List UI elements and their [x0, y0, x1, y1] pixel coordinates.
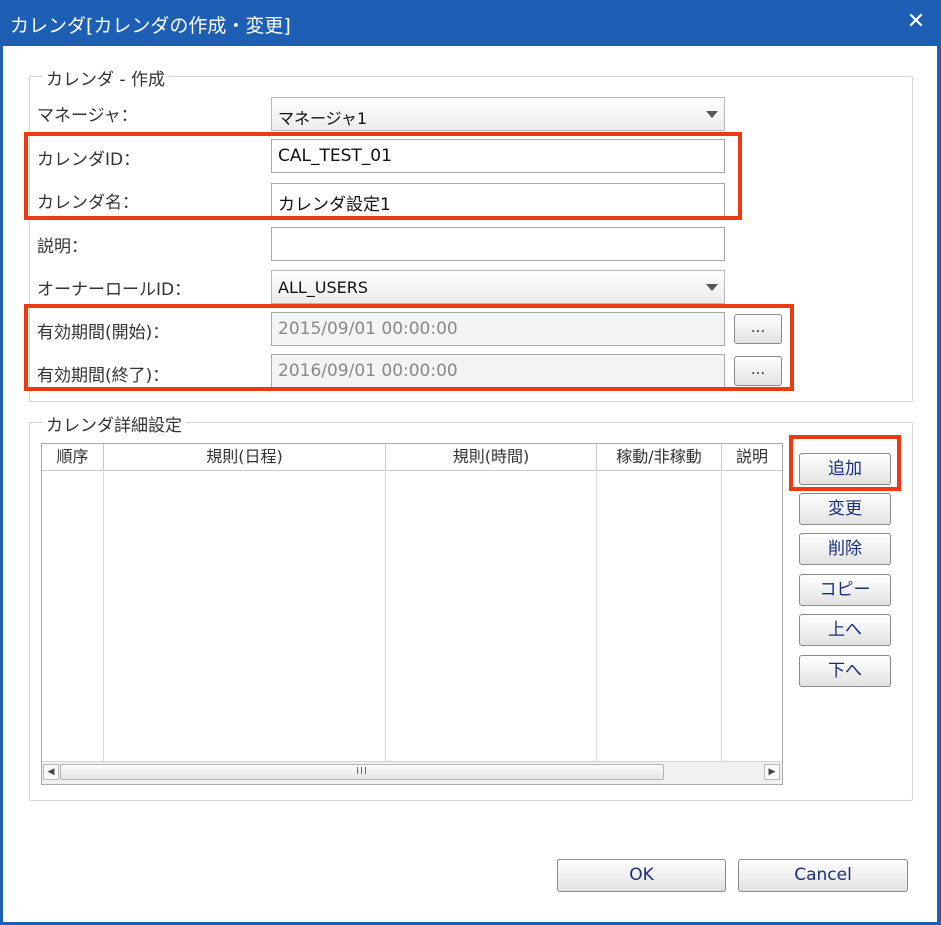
manager-select-value: マネージャ1: [278, 109, 368, 128]
column-header-order[interactable]: 順序: [42, 444, 104, 470]
calendar-detail-table[interactable]: 順序 規則(日程) 規則(時間) 稼動/非稼動 説明 ◀ III ▶: [41, 443, 783, 785]
scroll-right-icon[interactable]: ▶: [764, 764, 780, 780]
chevron-down-icon[interactable]: [706, 111, 718, 118]
manager-label: マネージャ：: [37, 106, 138, 126]
dialog-title: カレンダ[カレンダの作成・変更]: [10, 15, 291, 37]
chevron-down-icon[interactable]: [706, 284, 718, 291]
column-header-description[interactable]: 説明: [722, 444, 782, 470]
title-bar[interactable]: カレンダ[カレンダの作成・変更] ✕: [0, 0, 941, 46]
calendar-detail-legend: カレンダ詳細設定: [42, 411, 186, 436]
table-header: 順序 規則(日程) 規則(時間) 稼動/非稼動 説明: [42, 444, 782, 471]
move-down-button[interactable]: 下へ: [799, 655, 891, 687]
highlight-box-id-name: [24, 132, 742, 220]
calendar-create-legend: カレンダ - 作成: [42, 65, 169, 90]
copy-button[interactable]: コピー: [799, 574, 891, 606]
highlight-box-add-button: [789, 435, 901, 491]
column-divider: [103, 470, 104, 762]
column-header-date-rule[interactable]: 規則(日程): [104, 444, 386, 470]
column-divider: [596, 470, 597, 762]
cancel-button[interactable]: Cancel: [738, 859, 908, 892]
move-up-button[interactable]: 上へ: [799, 614, 891, 646]
delete-button[interactable]: 削除: [799, 533, 891, 565]
description-label: 説明：: [37, 237, 88, 257]
column-divider: [721, 470, 722, 762]
column-divider: [385, 470, 386, 762]
description-input[interactable]: [271, 227, 725, 261]
manager-select[interactable]: マネージャ1: [271, 97, 725, 131]
owner-role-select-value: ALL_USERS: [278, 278, 369, 297]
calendar-dialog: カレンダ[カレンダの作成・変更] ✕ カレンダ - 作成 マネージャ： マネージ…: [0, 0, 941, 925]
scrollbar-thumb[interactable]: III: [60, 764, 664, 780]
scroll-left-icon[interactable]: ◀: [43, 764, 59, 780]
ok-button[interactable]: OK: [557, 859, 726, 892]
owner-role-select[interactable]: ALL_USERS: [271, 270, 725, 304]
horizontal-scrollbar[interactable]: ◀ III ▶: [42, 761, 782, 784]
dialog-body: カレンダ - 作成 マネージャ： マネージャ1 カレンダID： CAL_TEST…: [3, 46, 937, 922]
highlight-box-valid-period: [24, 304, 794, 391]
column-header-operation[interactable]: 稼動/非稼動: [597, 444, 722, 470]
modify-button[interactable]: 変更: [799, 493, 891, 525]
column-header-time-rule[interactable]: 規則(時間): [386, 444, 597, 470]
close-icon[interactable]: ✕: [903, 9, 929, 35]
owner-role-label: オーナーロールID：: [37, 280, 192, 300]
